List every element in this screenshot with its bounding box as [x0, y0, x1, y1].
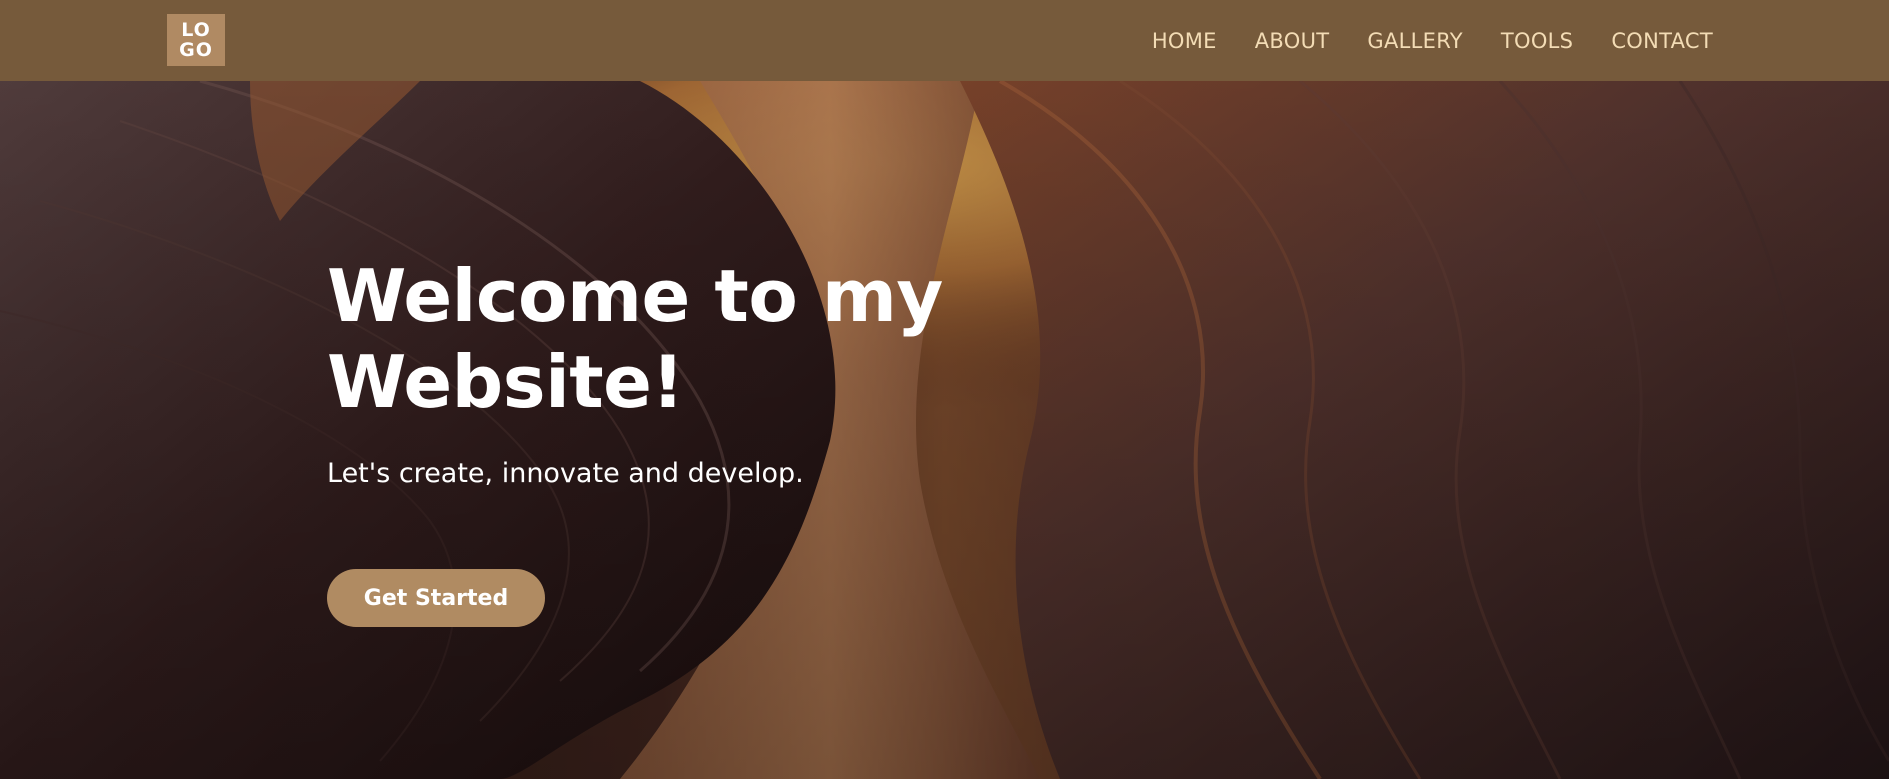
nav-link-gallery[interactable]: GALLERY	[1367, 29, 1462, 53]
nav-link-about[interactable]: ABOUT	[1255, 29, 1330, 53]
get-started-button[interactable]: Get Started	[327, 569, 545, 627]
hero-section: Welcome to my Website! Let's create, inn…	[0, 81, 1889, 779]
hero-title-line2: Website!	[327, 340, 684, 424]
hero-content: Welcome to my Website! Let's create, inn…	[327, 253, 1087, 491]
page: LO GO HOME ABOUT GALLERY TOOLS CONTACT W…	[0, 0, 1889, 779]
hero-subtitle: Let's create, innovate and develop.	[327, 458, 804, 489]
navbar: LO GO HOME ABOUT GALLERY TOOLS CONTACT	[0, 0, 1889, 81]
nav-link-home[interactable]: HOME	[1152, 29, 1217, 53]
nav-link-tools[interactable]: TOOLS	[1501, 29, 1573, 53]
main-nav: HOME ABOUT GALLERY TOOLS CONTACT	[1152, 0, 1713, 81]
logo[interactable]: LO GO	[167, 14, 225, 66]
logo-text-line1: LO	[181, 19, 211, 41]
logo-text-line2: GO	[179, 39, 213, 61]
hero-title-line1: Welcome to my	[327, 254, 943, 338]
hero-title: Welcome to my Website!	[327, 253, 1087, 425]
nav-link-contact[interactable]: CONTACT	[1611, 29, 1713, 53]
